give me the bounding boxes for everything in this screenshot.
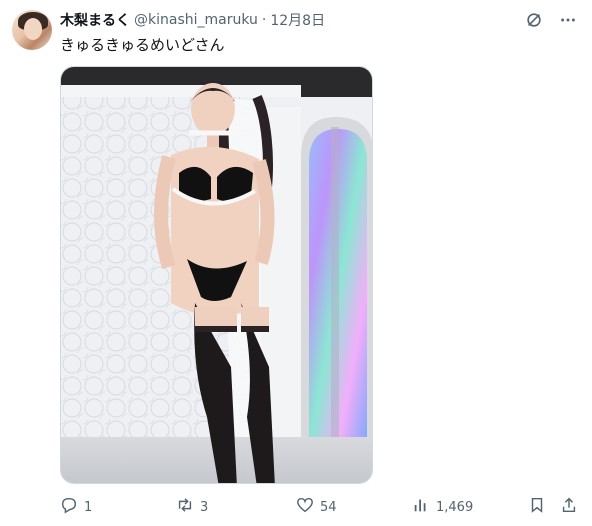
views-count: 1,469 (436, 499, 474, 515)
share-icon (560, 496, 578, 518)
share-button[interactable] (560, 496, 578, 518)
tweet-media-photo[interactable] (60, 66, 373, 484)
tweet-actions: 1 3 54 1,469 (60, 496, 580, 518)
views-icon (412, 496, 430, 518)
reply-button[interactable]: 1 (60, 496, 92, 518)
top-icons (524, 10, 578, 30)
views-button[interactable]: 1,469 (412, 496, 473, 518)
more-icon[interactable] (558, 10, 578, 30)
avatar[interactable] (12, 10, 52, 50)
user-handle[interactable]: @kinashi_maruku (134, 12, 258, 28)
tweet-header: 木梨まるく @kinashi_maruku · 12月8日 (60, 10, 325, 30)
reply-count: 1 (84, 499, 93, 515)
bookmark-icon (528, 496, 546, 518)
bookmark-button[interactable] (528, 496, 546, 518)
photo-illustration (61, 67, 372, 483)
grok-icon[interactable] (524, 10, 544, 30)
separator-dot: · (261, 12, 267, 28)
tweet-date[interactable]: 12月8日 (270, 10, 325, 30)
display-name[interactable]: 木梨まるく (60, 10, 130, 30)
repost-count: 3 (200, 499, 209, 515)
like-count: 54 (320, 499, 337, 515)
reply-icon (60, 496, 78, 518)
repost-icon (176, 496, 194, 518)
tweet-text: きゅるきゅるめいどさん (60, 36, 225, 54)
like-icon (296, 496, 314, 518)
like-button[interactable]: 54 (296, 496, 337, 518)
repost-button[interactable]: 3 (176, 496, 208, 518)
avatar-face (24, 18, 42, 40)
